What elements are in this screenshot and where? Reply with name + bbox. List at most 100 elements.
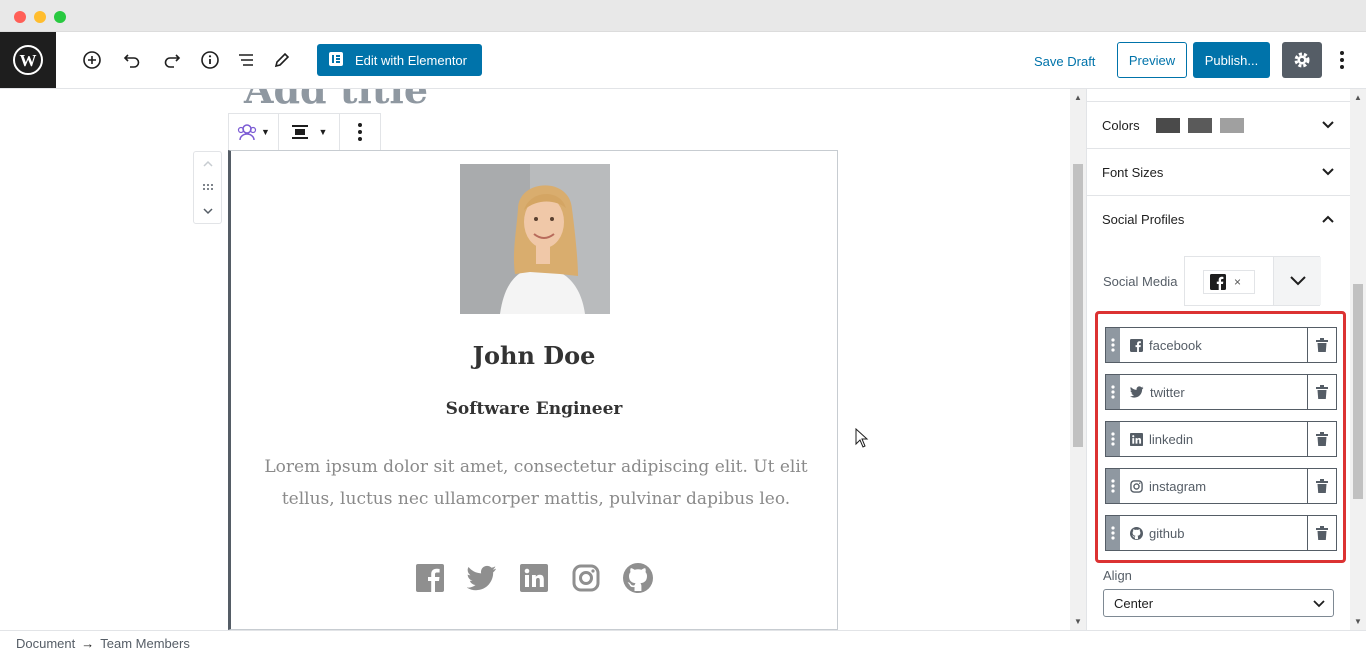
profile-name: facebook — [1149, 337, 1202, 353]
colors-label: Colors — [1102, 117, 1140, 133]
breadcrumb-document[interactable]: Document — [16, 636, 75, 651]
trash-icon[interactable] — [1308, 375, 1336, 409]
list-view-icon[interactable] — [234, 48, 258, 72]
publish-button[interactable]: Publish... — [1193, 42, 1270, 78]
color-swatch-1[interactable] — [1155, 117, 1180, 133]
trash-icon[interactable] — [1308, 516, 1336, 550]
align-dropdown[interactable]: ▼ — [279, 114, 340, 150]
twitter-icon — [1130, 386, 1144, 398]
social-media-label: Social Media — [1103, 274, 1178, 289]
preview-button[interactable]: Preview — [1117, 42, 1187, 78]
trash-icon[interactable] — [1308, 422, 1336, 456]
font-sizes-panel-toggle[interactable]: Font Sizes — [1087, 148, 1350, 195]
mouse-cursor-icon — [855, 427, 869, 453]
member-name[interactable]: John Doe — [231, 341, 837, 370]
drag-handle-icon[interactable] — [1106, 375, 1120, 409]
font-sizes-label: Font Sizes — [1102, 164, 1164, 180]
team-members-block-icon — [237, 124, 257, 141]
drag-handle-icon[interactable] — [1106, 516, 1120, 550]
profile-row[interactable]: linkedin — [1105, 421, 1337, 457]
social-media-select[interactable]: × — [1184, 256, 1321, 306]
svg-text:W: W — [20, 51, 37, 70]
caret-down-icon: ▼ — [261, 127, 270, 137]
minimize-window-button[interactable] — [34, 11, 46, 23]
editor-scrollbar[interactable]: ▲ ▼ — [1070, 89, 1086, 630]
drag-handle-icon[interactable] — [202, 178, 214, 196]
drag-handle-icon[interactable] — [1106, 422, 1120, 456]
redo-icon[interactable] — [160, 48, 184, 72]
wordpress-logo-icon[interactable]: W — [0, 32, 56, 88]
vertical-ellipsis-icon — [358, 123, 362, 141]
chevron-up-icon — [1322, 215, 1334, 223]
gear-icon — [1294, 52, 1310, 68]
edit-with-elementor-button[interactable]: Edit with Elementor — [317, 44, 482, 76]
block-more-options[interactable] — [340, 114, 380, 150]
member-photo[interactable] — [460, 164, 610, 314]
editor-scroll-thumb[interactable] — [1073, 164, 1083, 447]
profile-name: github — [1149, 525, 1185, 541]
profile-label[interactable]: twitter — [1120, 375, 1308, 409]
align-select[interactable]: Center — [1103, 589, 1334, 617]
profile-row[interactable]: facebook — [1105, 327, 1337, 363]
profile-name: instagram — [1149, 478, 1207, 494]
team-member-block[interactable]: John Doe Software Engineer Lorem ipsum d… — [228, 150, 838, 630]
profile-label[interactable]: facebook — [1120, 328, 1308, 362]
profile-row[interactable]: instagram — [1105, 468, 1337, 504]
scroll-up-arrow-icon[interactable]: ▲ — [1074, 93, 1082, 102]
sidebar-scrollbar[interactable]: ▲ ▼ — [1350, 89, 1366, 630]
profile-row[interactable]: github — [1105, 515, 1337, 551]
linkedin-icon[interactable] — [519, 563, 549, 593]
plus-icon[interactable] — [80, 48, 104, 72]
member-role[interactable]: Software Engineer — [231, 399, 837, 419]
editor-toolbar: W Edit with Elementor Save Draft Preview… — [0, 32, 1366, 89]
colors-panel-toggle[interactable]: Colors — [1087, 101, 1350, 148]
align-label: Align — [1103, 568, 1132, 583]
github-icon[interactable] — [623, 563, 653, 593]
elementor-label: Edit with Elementor — [355, 52, 467, 68]
pencil-icon[interactable] — [270, 48, 294, 72]
breadcrumb-team-members[interactable]: Team Members — [100, 636, 190, 651]
scroll-down-arrow-icon[interactable]: ▼ — [1074, 617, 1082, 626]
color-swatch-3[interactable] — [1219, 117, 1244, 133]
instagram-icon[interactable] — [571, 563, 601, 593]
info-icon[interactable] — [198, 48, 222, 72]
chevron-down-icon — [1322, 121, 1334, 129]
instagram-icon — [1130, 479, 1143, 493]
drag-handle-icon[interactable] — [1106, 328, 1120, 362]
undo-icon[interactable] — [120, 48, 144, 72]
select-dropdown-toggle[interactable] — [1273, 257, 1321, 305]
drag-handle-icon[interactable] — [1106, 469, 1120, 503]
editor-canvas: Add title ▼ ▼ John Doe Software Engineer… — [0, 89, 1070, 630]
facebook-icon — [1210, 274, 1226, 290]
trash-icon[interactable] — [1308, 469, 1336, 503]
facebook-icon[interactable] — [415, 563, 445, 593]
social-profiles-list: facebook twitter linkedin instagram gith… — [1095, 311, 1346, 563]
scroll-down-arrow-icon[interactable]: ▼ — [1354, 617, 1362, 626]
save-draft-link[interactable]: Save Draft — [1034, 54, 1095, 69]
social-profiles-panel-toggle[interactable]: Social Profiles — [1087, 195, 1350, 242]
align-center-icon — [291, 125, 308, 139]
settings-gear-button[interactable] — [1282, 42, 1322, 78]
maximize-window-button[interactable] — [54, 11, 66, 23]
twitter-icon[interactable] — [467, 563, 497, 593]
block-type-switcher[interactable]: ▼ — [229, 114, 279, 150]
profile-row[interactable]: twitter — [1105, 374, 1337, 410]
remove-chip-icon[interactable]: × — [1234, 275, 1241, 289]
scroll-up-arrow-icon[interactable]: ▲ — [1354, 93, 1362, 102]
close-window-button[interactable] — [14, 11, 26, 23]
sidebar-scroll-thumb[interactable] — [1353, 284, 1363, 499]
profile-name: linkedin — [1149, 431, 1194, 447]
chevron-down-icon — [1322, 168, 1334, 176]
more-options-icon[interactable] — [1332, 48, 1352, 72]
member-bio[interactable]: Lorem ipsum dolor sit amet, consectetur … — [261, 451, 811, 515]
profile-label[interactable]: linkedin — [1120, 422, 1308, 456]
color-swatch-2[interactable] — [1187, 117, 1212, 133]
selected-chip-facebook[interactable]: × — [1203, 270, 1255, 294]
trash-icon[interactable] — [1308, 328, 1336, 362]
profile-label[interactable]: github — [1120, 516, 1308, 550]
move-down-icon[interactable] — [202, 202, 214, 220]
move-up-icon[interactable] — [202, 155, 214, 173]
profile-label[interactable]: instagram — [1120, 469, 1308, 503]
profile-name: twitter — [1150, 384, 1185, 400]
post-title-input[interactable]: Add title — [244, 89, 428, 112]
